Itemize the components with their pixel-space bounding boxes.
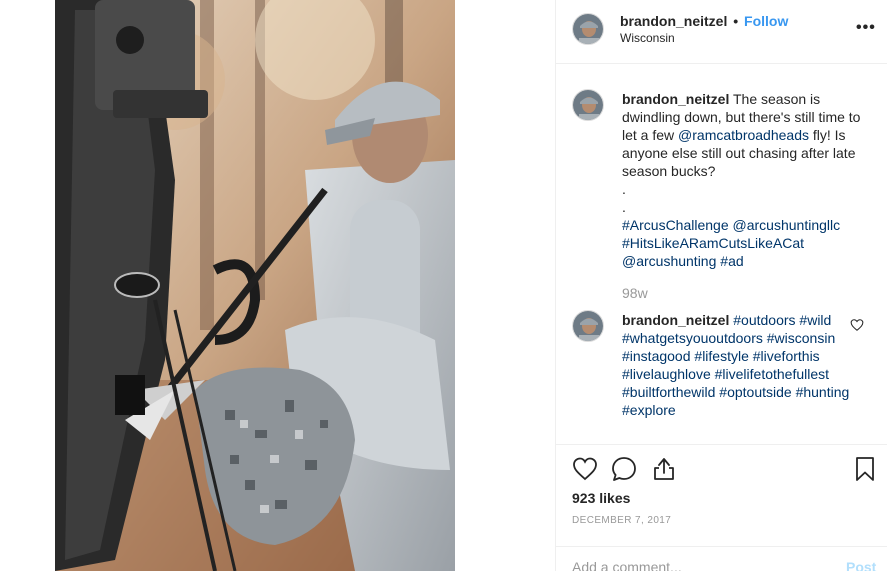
comment-like-heart-icon[interactable] bbox=[850, 318, 864, 332]
comment-hashtag[interactable]: #optoutside bbox=[719, 384, 791, 400]
post-photo[interactable] bbox=[55, 0, 455, 571]
bookmark-icon[interactable] bbox=[851, 455, 879, 483]
hashtag-hitslikearam[interactable]: #HitsLikeARamCutsLikeACat bbox=[622, 235, 804, 251]
caption-dot-1: . bbox=[622, 181, 626, 197]
comment-hashtag[interactable]: #outdoors bbox=[733, 312, 795, 328]
comment-hashtag[interactable]: #livelifetothefullest bbox=[715, 366, 829, 382]
post-date: DECEMBER 7, 2017 bbox=[572, 515, 672, 526]
mention-ramcatbroadheads[interactable]: @ramcatbroadheads bbox=[678, 127, 809, 143]
add-comment-input[interactable] bbox=[572, 559, 822, 571]
mention-arcushuntingllc[interactable]: @arcushuntingllc bbox=[733, 217, 841, 233]
share-icon[interactable] bbox=[650, 455, 678, 483]
add-comment-bar: Post bbox=[556, 546, 887, 571]
comment-hashtag[interactable]: #livelaughlove bbox=[622, 366, 711, 382]
likes-count[interactable]: 923 likes bbox=[572, 490, 630, 506]
comment-hashtag[interactable]: #instagood bbox=[622, 348, 691, 364]
post-location[interactable]: Wisconsin bbox=[620, 31, 675, 45]
comment-hashtag[interactable]: #wisconsin bbox=[767, 330, 835, 346]
instagram-post-view: brandon_neitzel • Follow Wisconsin ••• b… bbox=[0, 0, 887, 571]
author-line: brandon_neitzel • Follow bbox=[620, 13, 788, 29]
author-avatar-image bbox=[573, 14, 603, 44]
more-options-icon[interactable]: ••• bbox=[856, 19, 876, 37]
mention-arcushunting[interactable]: @arcushunting bbox=[622, 253, 716, 269]
heart-icon[interactable] bbox=[571, 455, 599, 483]
hashtag-ad[interactable]: #ad bbox=[720, 253, 743, 269]
separator-dot: • bbox=[733, 13, 739, 29]
author-username[interactable]: brandon_neitzel bbox=[620, 13, 727, 29]
comment-hashtag[interactable]: #explore bbox=[622, 402, 676, 418]
comment-text: brandon_neitzel #outdoors #wild #whatget… bbox=[622, 311, 852, 419]
comment-bubble-icon[interactable] bbox=[610, 455, 638, 483]
photo-area bbox=[0, 0, 555, 571]
caption-username[interactable]: brandon_neitzel bbox=[622, 91, 729, 107]
comment-username[interactable]: brandon_neitzel bbox=[622, 312, 729, 328]
comments-section: brandon_neitzel The season is dwindling … bbox=[556, 65, 887, 445]
comment-avatar[interactable] bbox=[572, 310, 604, 342]
post-comment-button[interactable]: Post bbox=[846, 559, 876, 571]
comment-avatar-image bbox=[573, 311, 603, 341]
post-sidebar: brandon_neitzel • Follow Wisconsin ••• b… bbox=[555, 0, 887, 571]
post-header: brandon_neitzel • Follow Wisconsin ••• bbox=[556, 0, 887, 64]
caption-dot-2: . bbox=[622, 199, 626, 215]
comment-hashtag[interactable]: #wild bbox=[799, 312, 831, 328]
caption-timestamp[interactable]: 98w bbox=[622, 285, 648, 301]
caption-avatar[interactable] bbox=[572, 89, 604, 121]
post-photo-image bbox=[55, 0, 455, 571]
comment-hashtag[interactable]: #liveforthis bbox=[753, 348, 820, 364]
author-avatar[interactable] bbox=[572, 13, 604, 45]
comment-hashtag[interactable]: #whatgetsyououtdoors bbox=[622, 330, 763, 346]
follow-button[interactable]: Follow bbox=[744, 13, 788, 29]
comment-hashtag[interactable]: #builtforthewild bbox=[622, 384, 715, 400]
comment-hashtag[interactable]: #hunting bbox=[796, 384, 850, 400]
hashtag-arcuschallenge[interactable]: #ArcusChallenge bbox=[622, 217, 729, 233]
caption-avatar-image bbox=[573, 90, 603, 120]
caption-text: brandon_neitzel The season is dwindling … bbox=[622, 90, 864, 270]
comment-hashtag[interactable]: #lifestyle bbox=[694, 348, 748, 364]
